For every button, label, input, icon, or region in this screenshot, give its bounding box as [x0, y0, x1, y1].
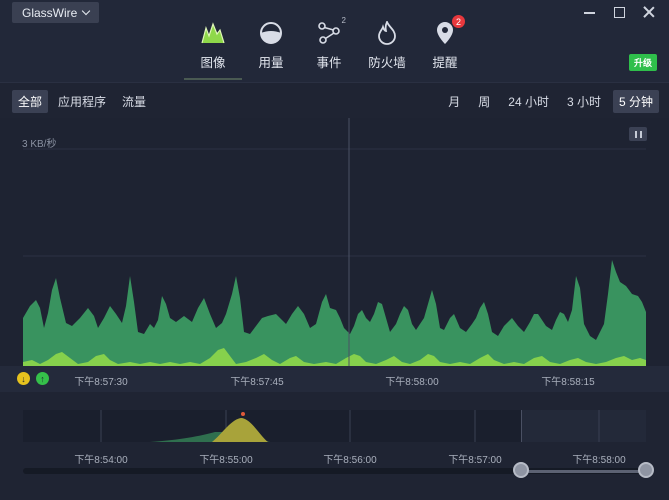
filter-all[interactable]: 全部	[12, 90, 49, 113]
overview-outgoing-area	[212, 418, 268, 442]
upgrade-button[interactable]: 升级	[628, 54, 657, 71]
filter-apps[interactable]: 应用程序	[52, 90, 112, 113]
tab-events[interactable]: 2 事件	[300, 16, 358, 78]
incoming-traffic-area	[23, 260, 646, 366]
time-ranges: 月 周 24 小时 3 小时 5 分钟	[442, 90, 659, 113]
minimize-icon[interactable]	[584, 6, 596, 18]
maximize-icon[interactable]	[614, 6, 625, 18]
range-5min[interactable]: 5 分钟	[612, 90, 659, 113]
title-bar: GlassWire 图像 用量 2 事件 防火墙 2 提醒 升级	[0, 0, 669, 82]
y-axis-label: 3 KB/秒	[22, 139, 57, 150]
traffic-legend: ↓ ↑	[17, 372, 49, 385]
overview-range-bar[interactable]	[521, 470, 646, 473]
events-count: 2	[341, 16, 346, 25]
tab-firewall[interactable]: 防火墙	[358, 20, 416, 78]
overview-tick: 下午8:57:00	[448, 455, 502, 466]
traffic-graph-svg	[23, 118, 646, 366]
time-tick: 下午8:57:30	[74, 377, 128, 388]
filter-traffic[interactable]: 流量	[116, 90, 152, 113]
graph-icon	[200, 20, 226, 46]
view-filters: 全部 应用程序 流量	[12, 90, 152, 113]
time-tick: 下午8:57:45	[230, 377, 284, 388]
main-nav: 图像 用量 2 事件 防火墙 2 提醒	[184, 15, 474, 80]
chevron-down-icon	[82, 6, 91, 16]
range-24h[interactable]: 24 小时	[502, 90, 555, 113]
overview-tick: 下午8:58:00	[572, 455, 626, 466]
time-axis: ↓ ↑ 下午8:57:30 下午8:57:45 下午8:58:00 下午8:58…	[0, 366, 669, 392]
time-tick: 下午8:58:00	[385, 377, 439, 388]
tab-graph[interactable]: 图像	[184, 20, 242, 80]
time-tick: 下午8:58:15	[541, 377, 595, 388]
close-icon[interactable]	[643, 6, 655, 18]
tab-usage-label: 用量	[258, 56, 284, 70]
tab-alerts-label: 提醒	[432, 56, 458, 70]
tab-graph-label: 图像	[200, 56, 226, 70]
overview-tick: 下午8:54:00	[74, 455, 128, 466]
range-start-handle[interactable]	[513, 462, 529, 478]
pause-bar	[639, 130, 642, 138]
alerts-badge: 2	[452, 15, 465, 28]
tab-alerts[interactable]: 2 提醒	[416, 15, 474, 78]
events-icon	[316, 20, 342, 46]
app-name: GlassWire	[22, 5, 78, 20]
pause-button[interactable]	[629, 127, 647, 141]
traffic-graph[interactable]: 3 KB/秒	[0, 118, 669, 366]
usage-icon	[258, 20, 284, 46]
tab-usage[interactable]: 用量	[242, 20, 300, 78]
timeline-overview[interactable]: 下午8:54:00 下午8:55:00 下午8:56:00 下午8:57:00 …	[0, 392, 669, 500]
outgoing-arrow-icon[interactable]: ↑	[36, 372, 49, 385]
range-3h[interactable]: 3 小时	[561, 90, 607, 113]
overview-svg	[100, 410, 600, 442]
range-month[interactable]: 月	[442, 90, 466, 113]
range-week[interactable]: 周	[472, 90, 496, 113]
pause-bar	[634, 130, 637, 138]
overview-tick: 下午8:55:00	[199, 455, 253, 466]
overview-event-marker[interactable]	[241, 412, 245, 416]
incoming-arrow-icon[interactable]: ↓	[17, 372, 30, 385]
filter-bar: 全部 应用程序 流量 月 周 24 小时 3 小时 5 分钟	[0, 82, 669, 118]
tab-events-label: 事件	[316, 56, 342, 70]
glasswire-window: GlassWire 图像 用量 2 事件 防火墙 2 提醒 升级 全部 应用程序…	[0, 0, 669, 500]
window-controls	[584, 6, 655, 18]
firewall-icon	[374, 20, 400, 46]
app-menu-button[interactable]: GlassWire	[12, 2, 100, 23]
tab-firewall-label: 防火墙	[368, 56, 406, 70]
range-end-handle[interactable]	[638, 462, 654, 478]
overview-tick: 下午8:56:00	[323, 455, 377, 466]
